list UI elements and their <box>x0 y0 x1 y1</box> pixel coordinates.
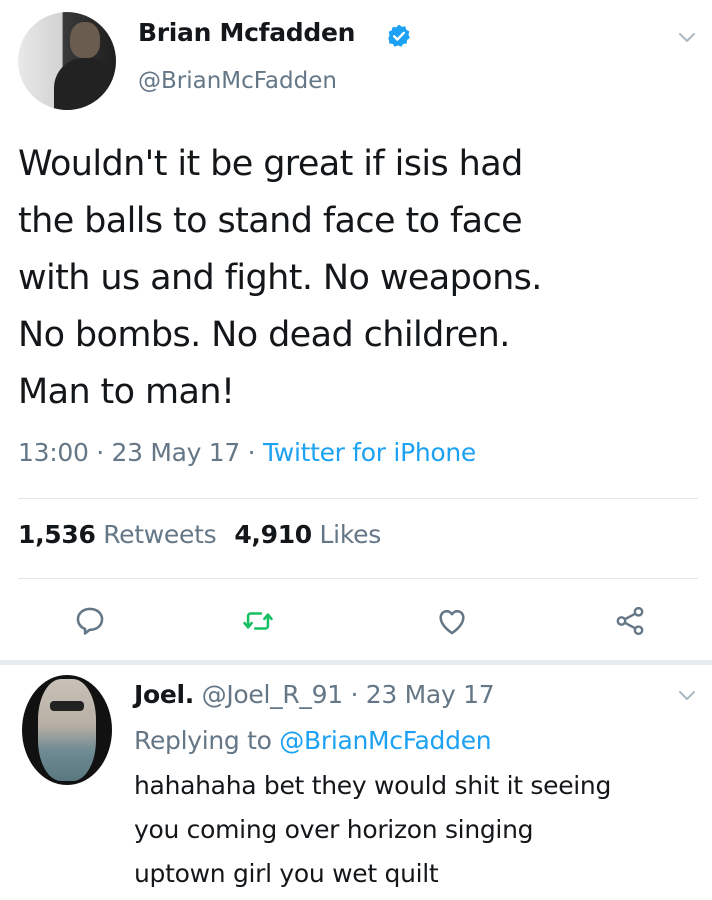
author-avatar[interactable] <box>18 12 116 110</box>
meta-separator: · <box>342 680 366 709</box>
avatar-head <box>70 22 100 58</box>
chevron-down-icon[interactable] <box>678 32 696 44</box>
tweet-stats: 1,536 Retweets 4,910 Likes <box>18 520 381 549</box>
replying-to-label: Replying to <box>134 726 280 755</box>
avatar-glasses <box>50 701 84 711</box>
divider <box>18 578 698 579</box>
tweet-source-link[interactable]: Twitter for iPhone <box>263 438 476 467</box>
replying-to: Replying to @BrianMcFadden <box>134 726 492 755</box>
meta-separator: · <box>88 438 112 467</box>
tweet-time[interactable]: 13:00 <box>18 438 89 467</box>
avatar-body <box>54 58 116 110</box>
likes-label[interactable]: Likes <box>320 520 382 549</box>
tweet-separator <box>0 660 712 665</box>
reply-author-handle[interactable]: @Joel_R_91 <box>202 680 343 709</box>
tweet-text-line: with us and fight. No weapons. <box>18 258 542 298</box>
meta-separator: · <box>240 438 263 467</box>
share-icon[interactable] <box>613 604 647 638</box>
likes-count[interactable]: 4,910 <box>234 520 312 549</box>
reply-date[interactable]: 23 May 17 <box>366 680 495 709</box>
reply-author-name[interactable]: Joel. <box>134 680 194 709</box>
tweet-text: Wouldn't it be great if isis had the bal… <box>18 136 698 421</box>
author-handle[interactable]: @BrianMcFadden <box>138 68 337 94</box>
retweet-icon[interactable] <box>241 604 275 638</box>
reply-text-line: you coming over horizon singing <box>134 815 534 844</box>
reply-text-line: hahahaha bet they would shit it seeing <box>134 771 612 800</box>
author-name[interactable]: Brian Mcfadden <box>138 18 355 47</box>
heart-icon[interactable] <box>435 604 469 638</box>
avatar-photo <box>38 679 96 781</box>
retweets-label[interactable]: Retweets <box>103 520 216 549</box>
tweet-text-line: the balls to stand face to face <box>18 201 523 241</box>
tweet-text-line: Man to man! <box>18 372 235 412</box>
tweet-date[interactable]: 23 May 17 <box>112 438 241 467</box>
tweet-text-line: Wouldn't it be great if isis had <box>18 144 523 184</box>
tweet-meta: 13:00 · 23 May 17 · Twitter for iPhone <box>18 438 476 467</box>
divider <box>18 498 698 499</box>
replying-to-mention[interactable]: @BrianMcFadden <box>279 726 491 755</box>
chevron-down-icon[interactable] <box>678 690 696 702</box>
reply-header: Joel. @Joel_R_91 · 23 May 17 <box>134 680 495 709</box>
reply-author-avatar[interactable] <box>22 675 112 785</box>
retweets-count[interactable]: 1,536 <box>18 520 96 549</box>
reply-text: hahahaha bet they would shit it seeing y… <box>134 764 704 896</box>
reply-icon[interactable] <box>73 604 107 638</box>
tweet-text-line: No bombs. No dead children. <box>18 315 510 355</box>
verified-badge-icon <box>388 24 410 47</box>
reply-text-line: uptown girl you wet quilt <box>134 859 439 888</box>
